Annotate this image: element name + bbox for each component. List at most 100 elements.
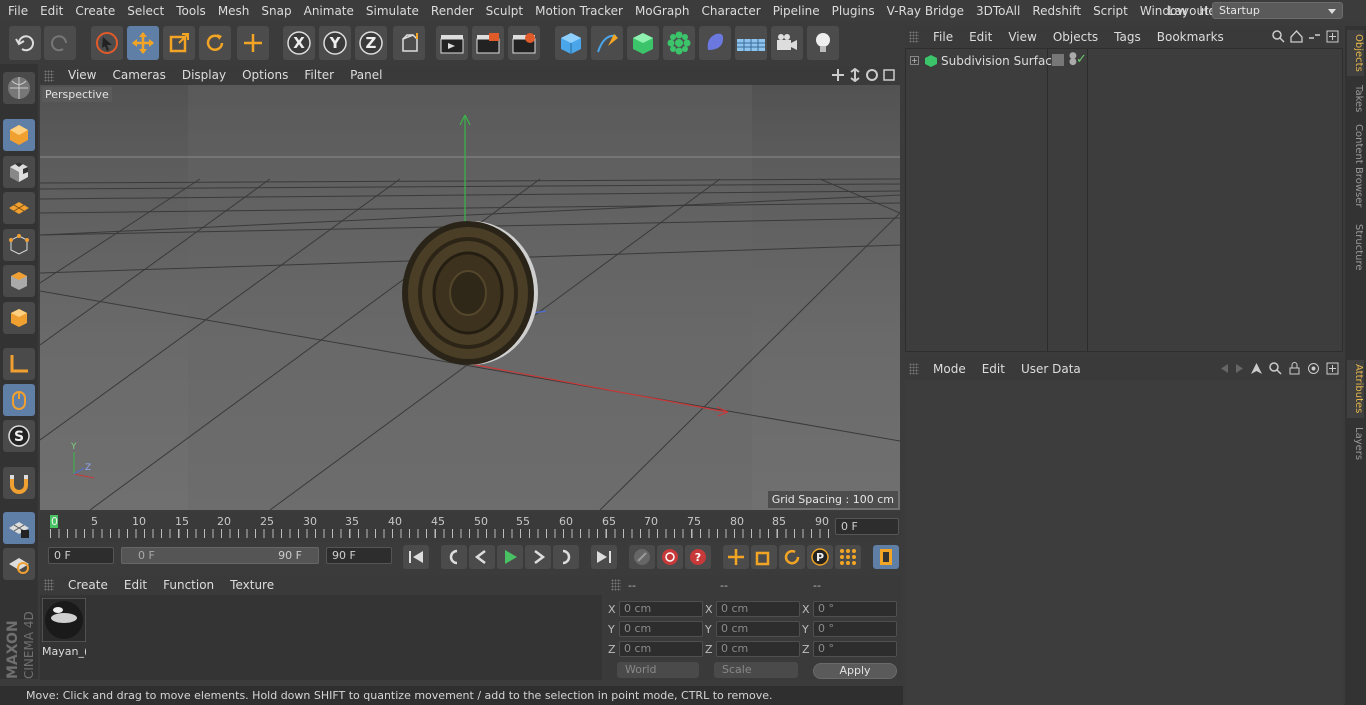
search-icon[interactable] bbox=[1272, 30, 1285, 43]
menu-plugins[interactable]: Plugins bbox=[826, 0, 881, 22]
attribute-menu-edit[interactable]: Edit bbox=[974, 362, 1013, 376]
points-mode-button[interactable] bbox=[3, 229, 35, 261]
make-editable-button[interactable] bbox=[3, 72, 35, 104]
tab-structure[interactable]: Structure bbox=[1347, 222, 1364, 272]
menu-script[interactable]: Script bbox=[1087, 0, 1134, 22]
viewport-menu-cameras[interactable]: Cameras bbox=[104, 66, 173, 85]
object-menu-objects[interactable]: Objects bbox=[1045, 30, 1106, 44]
preview-range-slider[interactable]: 0 F 90 F bbox=[121, 547, 319, 564]
tab-objects[interactable]: Objects bbox=[1347, 30, 1364, 76]
orbit-icon[interactable] bbox=[865, 68, 879, 82]
viewport-menu-panel[interactable]: Panel bbox=[342, 66, 390, 85]
target-icon[interactable] bbox=[1307, 362, 1320, 375]
size-y-field[interactable]: 0 cm bbox=[716, 621, 800, 637]
add-mograph-cloner-button[interactable] bbox=[663, 26, 695, 60]
rot-z-field[interactable]: 0 ° bbox=[813, 641, 897, 657]
render-to-picture-viewer-button[interactable] bbox=[472, 26, 504, 60]
menu-create[interactable]: Create bbox=[69, 0, 121, 22]
viewport-menu-filter[interactable]: Filter bbox=[296, 66, 342, 85]
timeline-ruler[interactable]: 0 5 10 15 20 25 30 35 40 45 50 55 60 65 … bbox=[40, 512, 902, 542]
add-subdivision-surface-button[interactable] bbox=[627, 26, 659, 60]
play-button[interactable] bbox=[497, 545, 523, 569]
link-icon[interactable] bbox=[1308, 30, 1321, 43]
new-window-icon[interactable] bbox=[1326, 362, 1339, 375]
key-scale-button[interactable] bbox=[751, 545, 777, 569]
pos-y-field[interactable]: 0 cm bbox=[619, 621, 703, 637]
edges-mode-button[interactable] bbox=[3, 265, 35, 297]
next-frame-button[interactable] bbox=[525, 545, 551, 569]
material-menu-function[interactable]: Function bbox=[155, 578, 222, 592]
recent-tools-button[interactable] bbox=[237, 26, 269, 60]
menu-character[interactable]: Character bbox=[695, 0, 766, 22]
render-settings-button[interactable] bbox=[508, 26, 540, 60]
tab-takes[interactable]: Takes bbox=[1347, 82, 1364, 116]
tweak-mode-button[interactable] bbox=[3, 384, 35, 416]
goto-start-button[interactable] bbox=[403, 545, 429, 569]
apply-button[interactable]: Apply bbox=[813, 663, 897, 679]
rot-y-field[interactable]: 0 ° bbox=[813, 621, 897, 637]
menu-vray-bridge[interactable]: V-Ray Bridge bbox=[881, 0, 970, 22]
lock-icon[interactable] bbox=[1288, 362, 1301, 375]
render-view-button[interactable] bbox=[436, 26, 468, 60]
goto-end-button[interactable] bbox=[591, 545, 617, 569]
add-light-button[interactable] bbox=[807, 26, 839, 60]
viewport-menu-options[interactable]: Options bbox=[234, 66, 296, 85]
add-camera-button[interactable] bbox=[771, 26, 803, 60]
move-tool-button[interactable] bbox=[127, 26, 159, 60]
perspective-viewport[interactable]: Y Z Perspective Grid Spacing : 100 cm bbox=[40, 85, 900, 510]
back-forward-icon[interactable] bbox=[1220, 362, 1244, 375]
object-menu-bookmarks[interactable]: Bookmarks bbox=[1149, 30, 1232, 44]
add-floor-button[interactable] bbox=[735, 26, 767, 60]
size-mode-select[interactable]: Scale bbox=[714, 662, 798, 678]
menu-mograph[interactable]: MoGraph bbox=[629, 0, 696, 22]
panel-grip[interactable] bbox=[611, 579, 621, 591]
material-swatch[interactable]: Mayan_( bbox=[41, 597, 87, 658]
start-frame-field[interactable]: 0 F bbox=[48, 547, 114, 564]
menu-pipeline[interactable]: Pipeline bbox=[767, 0, 826, 22]
expand-icon[interactable]: + bbox=[910, 56, 919, 65]
material-menu-edit[interactable]: Edit bbox=[116, 578, 155, 592]
menu-snap[interactable]: Snap bbox=[255, 0, 297, 22]
menu-edit[interactable]: Edit bbox=[34, 0, 69, 22]
up-arrow-icon[interactable] bbox=[1250, 362, 1263, 375]
key-position-button[interactable] bbox=[723, 545, 749, 569]
next-key-button[interactable] bbox=[553, 545, 579, 569]
menu-tools[interactable]: Tools bbox=[170, 0, 212, 22]
timeline-window-button[interactable] bbox=[873, 545, 899, 569]
material-menu-texture[interactable]: Texture bbox=[222, 578, 282, 592]
current-frame-field[interactable]: 0 F bbox=[835, 518, 899, 535]
tab-content-browser[interactable]: Content Browser bbox=[1347, 122, 1364, 210]
menu-mesh[interactable]: Mesh bbox=[212, 0, 256, 22]
key-rotation-button[interactable] bbox=[779, 545, 805, 569]
viewport-menu-display[interactable]: Display bbox=[174, 66, 234, 85]
enable-axis-button[interactable] bbox=[3, 348, 35, 380]
object-menu-view[interactable]: View bbox=[1000, 30, 1044, 44]
panel-grip[interactable] bbox=[909, 31, 919, 43]
menu-motion-tracker[interactable]: Motion Tracker bbox=[529, 0, 629, 22]
record-keys-disabled-button[interactable] bbox=[629, 545, 655, 569]
enabled-checkmark[interactable]: ✓ bbox=[1076, 52, 1087, 67]
scale-tool-button[interactable] bbox=[163, 26, 195, 60]
object-menu-edit[interactable]: Edit bbox=[961, 30, 1000, 44]
menu-redshift[interactable]: Redshift bbox=[1026, 0, 1087, 22]
panel-grip[interactable] bbox=[44, 579, 54, 591]
new-window-icon[interactable] bbox=[1326, 30, 1339, 43]
prev-key-button[interactable] bbox=[441, 545, 467, 569]
tab-layers[interactable]: Layers bbox=[1347, 424, 1364, 464]
add-spline-pen-button[interactable] bbox=[591, 26, 623, 60]
pos-x-field[interactable]: 0 cm bbox=[619, 601, 703, 617]
menu-select[interactable]: Select bbox=[121, 0, 170, 22]
live-selection-button[interactable] bbox=[91, 26, 123, 60]
key-parameter-button[interactable]: P bbox=[807, 545, 833, 569]
pos-z-field[interactable]: 0 cm bbox=[619, 641, 703, 657]
rotate-tool-button[interactable] bbox=[199, 26, 231, 60]
menu-animate[interactable]: Animate bbox=[298, 0, 360, 22]
search-icon[interactable] bbox=[1269, 362, 1282, 375]
menu-render[interactable]: Render bbox=[425, 0, 480, 22]
object-name[interactable]: Subdivision Surface bbox=[941, 54, 1059, 68]
record-button[interactable] bbox=[657, 545, 683, 569]
planar-workplane-button[interactable] bbox=[3, 548, 35, 580]
prev-frame-button[interactable] bbox=[469, 545, 495, 569]
tab-attributes[interactable]: Attributes bbox=[1347, 360, 1364, 418]
y-axis-lock-button[interactable]: Y bbox=[319, 26, 351, 60]
